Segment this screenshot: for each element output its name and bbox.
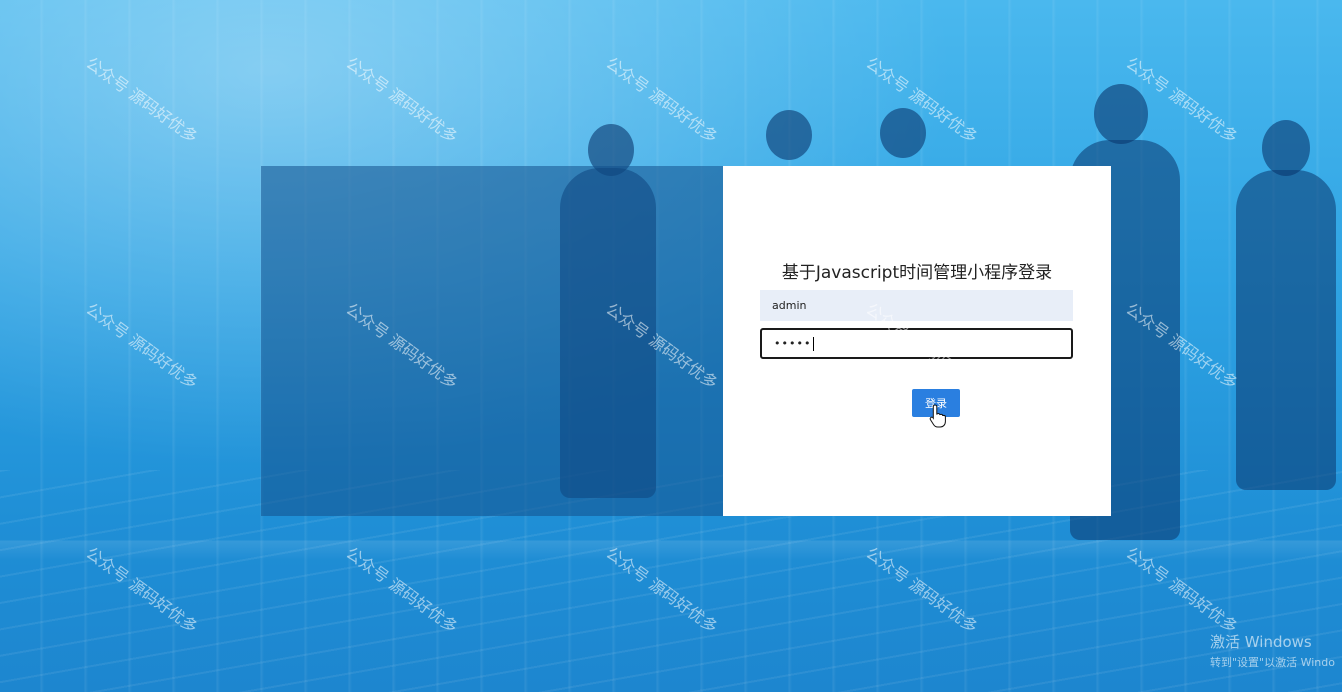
silhouette-head [1262,120,1310,176]
silhouette-head [880,108,926,158]
text-caret [813,336,815,351]
windows-activation-notice: 激活 Windows 转到"设置"以激活 Windo [1210,631,1340,670]
hand-pointer-icon [929,404,946,428]
login-page: 基于Javascript时间管理小程序登录 admin ••••• 登录 公众号… [0,0,1342,692]
login-card: 基于Javascript时间管理小程序登录 admin ••••• 登录 [723,166,1111,516]
username-input[interactable]: admin [760,290,1073,321]
activation-title: 激活 Windows [1210,633,1312,651]
left-overlay-panel [261,166,723,516]
silhouette-head [766,110,812,160]
silhouette-figure [1236,170,1336,490]
password-value: ••••• [774,337,812,350]
login-title: 基于Javascript时间管理小程序登录 [781,263,1053,283]
username-value: admin [772,299,807,312]
password-input[interactable]: ••••• [760,328,1073,359]
silhouette-head [1094,84,1148,144]
activation-subtitle: 转到"设置"以激活 Windo [1210,656,1335,669]
